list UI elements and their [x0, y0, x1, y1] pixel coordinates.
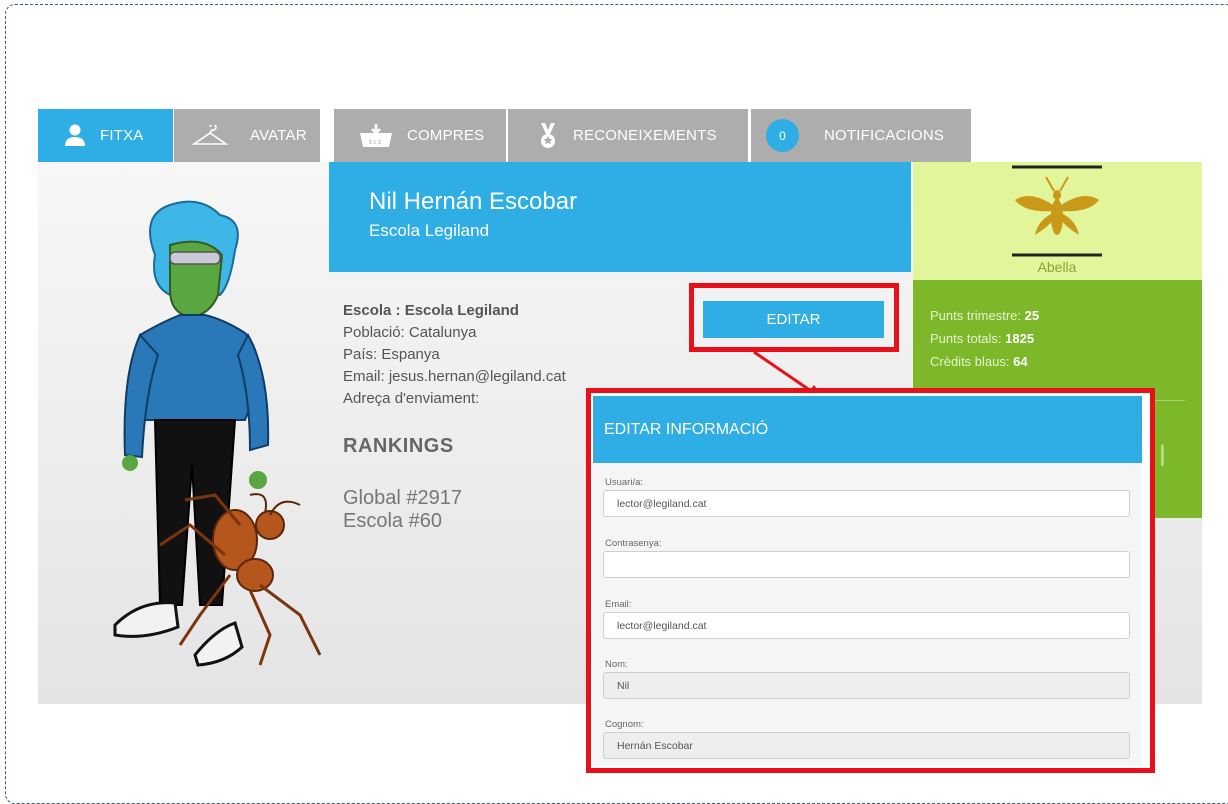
field-label-password: Contrasenya: [605, 538, 662, 549]
name-input[interactable]: Nil [603, 672, 1130, 699]
password-input[interactable] [603, 551, 1130, 578]
email-input[interactable]: lector@legiland.cat [603, 612, 1130, 639]
field-label-surname: Cognom: [605, 719, 644, 730]
field-label-name: Nom: [605, 659, 628, 670]
modal-title: EDITAR INFORMACIÓ [593, 396, 1142, 463]
field-label-username: Usuari/a: [605, 477, 644, 488]
username-input[interactable]: lector@legiland.cat [603, 490, 1130, 517]
surname-input[interactable]: Hernán Escobar [603, 732, 1130, 759]
field-label-email: Email: [605, 599, 632, 610]
